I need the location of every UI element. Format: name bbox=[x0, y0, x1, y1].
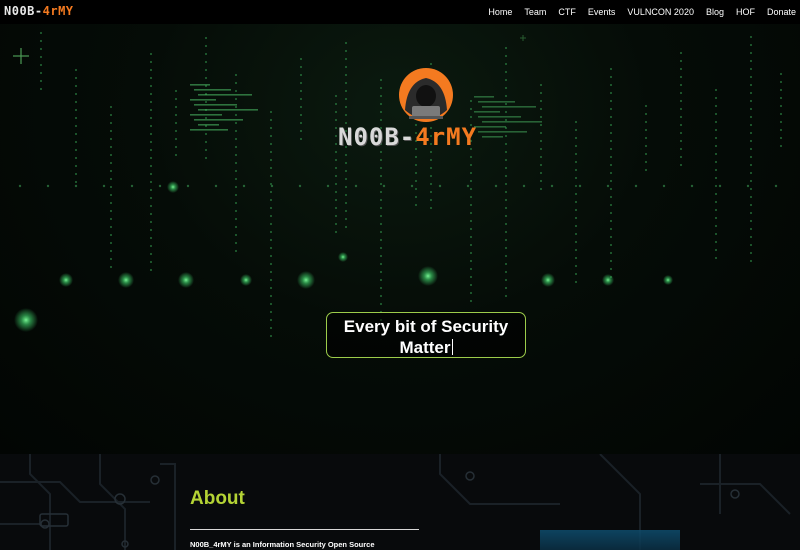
top-navbar: N00B-4rMY Home Team CTF Events VULNCON 2… bbox=[0, 0, 800, 24]
about-title: About bbox=[190, 488, 245, 509]
tagline-text: Every bit of Security Matter bbox=[327, 316, 525, 358]
page: N00B-4rMY Home Team CTF Events VULNCON 2… bbox=[0, 0, 800, 550]
nav-link-vulncon[interactable]: VULNCON 2020 bbox=[621, 7, 700, 17]
nav-link-blog[interactable]: Blog bbox=[700, 7, 730, 17]
circuit-background bbox=[0, 454, 791, 550]
hero-logo-part2: 4rMY bbox=[415, 123, 478, 151]
about-divider bbox=[190, 529, 419, 530]
tagline-label: Every bit of Security Matter bbox=[343, 317, 509, 357]
hero-logo-text: N00B-4rMY bbox=[338, 123, 477, 151]
about-image bbox=[540, 530, 680, 550]
nav-link-home[interactable]: Home bbox=[482, 7, 518, 17]
tagline-box: Every bit of Security Matter bbox=[326, 312, 526, 358]
brand-text-part1: N00B- bbox=[4, 4, 43, 18]
nav-link-ctf[interactable]: CTF bbox=[552, 7, 582, 17]
nav-link-hof[interactable]: HOF bbox=[730, 7, 761, 17]
hooded-hacker-icon bbox=[399, 68, 453, 122]
brand-text-part2: 4rMY bbox=[42, 4, 74, 18]
about-text: N00B_4rMY is an Information Security Ope… bbox=[190, 540, 375, 549]
about-section: About N00B_4rMY is an Information Securi… bbox=[0, 454, 800, 550]
nav-links: Home Team CTF Events VULNCON 2020 Blog H… bbox=[482, 0, 800, 24]
nav-link-events[interactable]: Events bbox=[582, 7, 622, 17]
nav-link-team[interactable]: Team bbox=[518, 7, 552, 17]
hero-logo-part1: N00B- bbox=[338, 123, 416, 151]
typing-caret bbox=[451, 339, 453, 355]
nav-link-donate[interactable]: Donate bbox=[761, 7, 800, 17]
hero-section: N00B-4rMY Every bit of Security Matter bbox=[0, 24, 800, 454]
brand-logo[interactable]: N00B-4rMY bbox=[4, 4, 74, 18]
